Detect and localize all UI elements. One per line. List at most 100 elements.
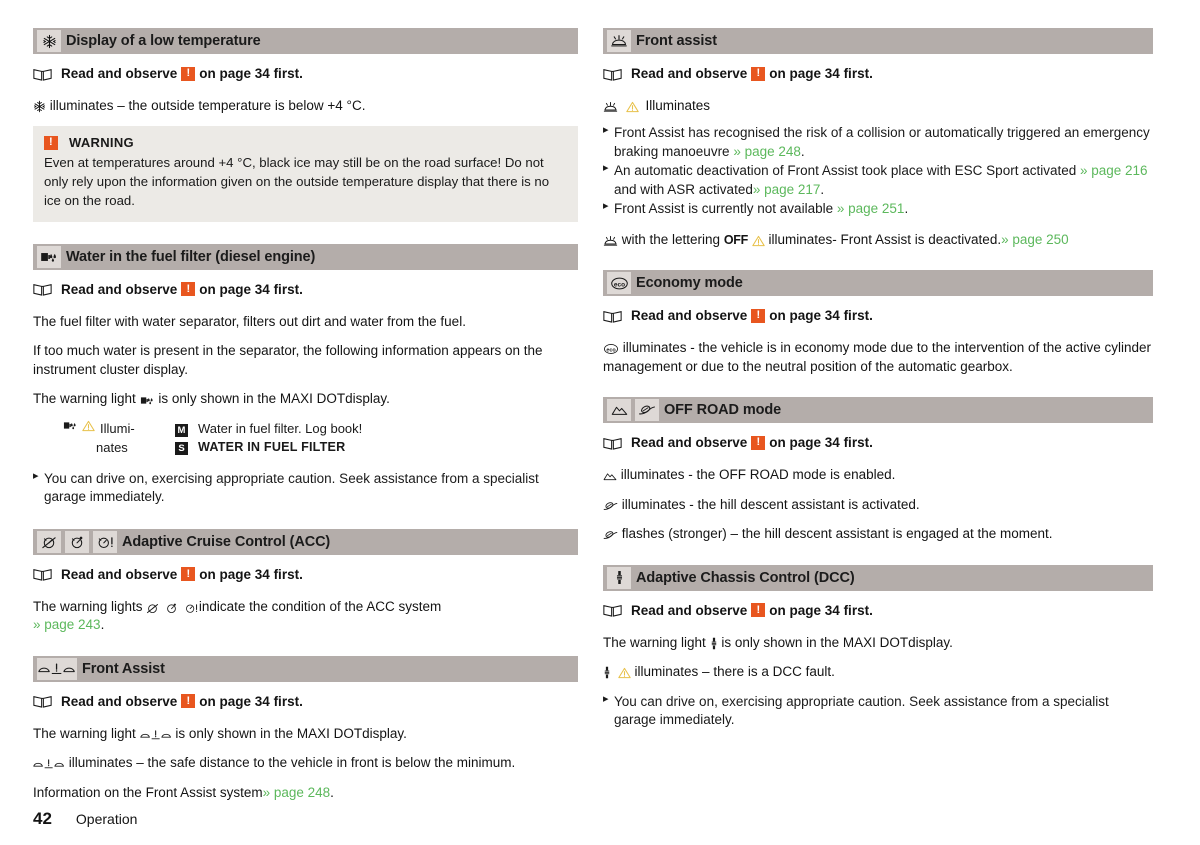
read-and-observe-note: Read and observe ! on page 34 first. [33,66,578,81]
caution-triangle-icon [626,101,639,113]
section-header-economy-mode: eco Economy mode [603,270,1153,297]
section-title: Front assist [636,33,717,49]
book-icon [603,603,622,618]
front-assist-distance-icon-inline [33,758,65,770]
acc-icon-warning-inline [184,602,199,614]
off-road-line-2: illuminates - the hill descent assistant… [603,496,1153,514]
read-observe-suffix: on page 34 first. [199,66,303,81]
book-icon [603,436,622,450]
snowflake-icon-inline [33,100,46,113]
read-observe-prefix: Read and observe [61,693,178,709]
section-title: Adaptive Cruise Control (ACC) [122,533,331,550]
front-assist-distance-icon [37,657,77,680]
caution-triangle-icon [618,667,631,679]
book-icon [33,67,52,81]
svg-text:eco: eco [606,348,616,354]
off-road-line-1-text: illuminates - the OFF ROAD mode is enabl… [620,467,896,483]
warning-exclamation-icon: ! [751,435,766,450]
hill-descent-icon-inline [603,529,618,541]
section-title: Front Assist [82,660,165,677]
fuel-filter-illuminates-table: Illumi- nates M Water in fuel filter. Lo… [63,420,578,458]
list-item-end: . [820,181,825,197]
list-item: An automatic deactivation of Front Assis… [603,161,1153,199]
page-link[interactable]: » page 250 [1001,232,1069,247]
eco-icon-inline: eco [603,343,619,355]
fuel-filter-para-3-pre: The warning light [33,391,136,407]
front-assist-para-3: Information on the Front Assist system» … [33,784,578,802]
front-assist-para-1-post: is only shown in the MAXI DOTdisplay. [175,725,407,741]
read-observe-suffix: on page 34 first. [769,435,873,451]
page-link[interactable]: » page 216 [1080,163,1148,178]
fuel-filter-para-1: The fuel filter with water separator, fi… [33,313,466,329]
fuel-filter-bullets: You can drive on, exercising appropriate… [33,469,578,507]
front-assist-2-illuminates-line: Illuminates [603,97,1153,115]
read-and-observe-note: Read and observe ! on page 34 first. [603,435,1153,450]
page-link[interactable]: » page 243 [33,617,101,632]
warning-exclamation-icon: ! [751,308,766,323]
economy-mode-body: eco illuminates - the vehicle is in econ… [603,339,1153,376]
front-assist-para-3-pre: Information on the Front Assist system [33,784,263,800]
page-link[interactable]: » page 248 [733,144,801,159]
dcc-shock-absorber-icon-inline [710,637,718,650]
table-row: M Water in fuel filter. Log book! [175,420,578,438]
section-header-front-assist-2: Front assist [603,28,1153,54]
dcc-bullets: You can drive on, exercising appropriate… [603,692,1153,730]
svg-text:eco: eco [613,281,624,288]
hill-descent-icon-inline [603,500,618,512]
read-observe-suffix: on page 34 first. [769,602,873,618]
page-link[interactable]: » page 217 [753,182,821,197]
read-and-observe-note: Read and observe ! on page 34 first. [33,694,578,709]
dcc-para-2-post: illuminates – there is a DCC fault. [634,664,835,680]
caution-triangle-icon [752,235,765,247]
front-assist-car-icon [607,30,631,52]
off-road-line-1: illuminates - the OFF ROAD mode is enabl… [603,466,1153,484]
acc-para-mid: indicate the condition of the ACC system [198,598,442,614]
section-title: Water in the fuel filter (diesel engine) [66,248,316,265]
front-assist-distance-icon-inline [139,729,172,741]
front-assist-2-footer-pre: with the lettering [621,231,721,247]
read-observe-prefix: Read and observe [631,308,748,324]
acc-icon-2-inline [165,602,178,614]
book-icon [603,67,622,81]
page-link[interactable]: » page 251 [837,201,905,216]
front-assist-2-off-line: with the lettering OFF illuminates- Fron… [603,231,1153,249]
section-header-low-temperature: Display of a low temperature [33,28,578,54]
table-row: S WATER IN FUEL FILTER [175,439,578,457]
fuel-filter-para-3: The warning light is only shown in the M… [33,390,578,408]
segment-display-badge: S [175,442,188,456]
section-title: OFF ROAD mode [664,402,782,419]
page-link[interactable]: » page 248 [263,785,331,800]
warning-exclamation-icon: ! [751,603,766,618]
right-column: Front assist Read and observe ! on page … [603,28,1153,742]
front-assist-para-3-end: . [330,784,334,800]
acc-para-pre: The warning lights [33,598,143,614]
book-icon [33,282,52,296]
list-item: Front Assist has recognised the risk of … [603,123,1153,161]
warning-exclamation-icon: ! [44,135,58,150]
list-item-text: Front Assist has recognised the risk of … [614,125,1150,159]
read-observe-prefix: Read and observe [61,566,178,582]
read-observe-suffix: on page 34 first. [199,281,303,297]
caution-triangle-icon [82,420,95,432]
read-observe-prefix: Read and observe [61,66,178,81]
read-observe-suffix: on page 34 first. [199,566,303,582]
two-column-layout: Display of a low temperature Read and ob… [33,28,1160,813]
page-number: 42 [33,809,52,828]
left-column: Display of a low temperature Read and ob… [33,28,578,813]
illuminates-label: Illuminates [645,98,711,113]
off-road-line-3: flashes (stronger) – the hill descent as… [603,525,1153,543]
list-item-mid: and with ASR activated [614,181,753,197]
mountain-icon [607,399,631,422]
manual-page: Display of a low temperature Read and ob… [0,0,1200,845]
list-item-text: An automatic deactivation of Front Assis… [614,163,1077,179]
section-title: Adaptive Chassis Control (DCC) [636,569,855,586]
front-assist-para-1: The warning light is only shown in the M… [33,725,578,743]
dcc-para-1: The warning light is only shown in the M… [603,634,1153,652]
economy-mode-text: illuminates - the vehicle is in economy … [603,340,1152,374]
read-and-observe-note: Read and observe ! on page 34 first. [603,308,1153,323]
fuel-filter-water-icon-inline [140,395,155,406]
front-assist-car-icon-inline [603,101,618,113]
fuel-filter-para-3-post: is only shown in the MAXI DOTdisplay. [158,391,390,407]
read-and-observe-note: Read and observe ! on page 34 first. [603,603,1153,618]
illuminates-label-line1: Illumi- [100,420,135,436]
